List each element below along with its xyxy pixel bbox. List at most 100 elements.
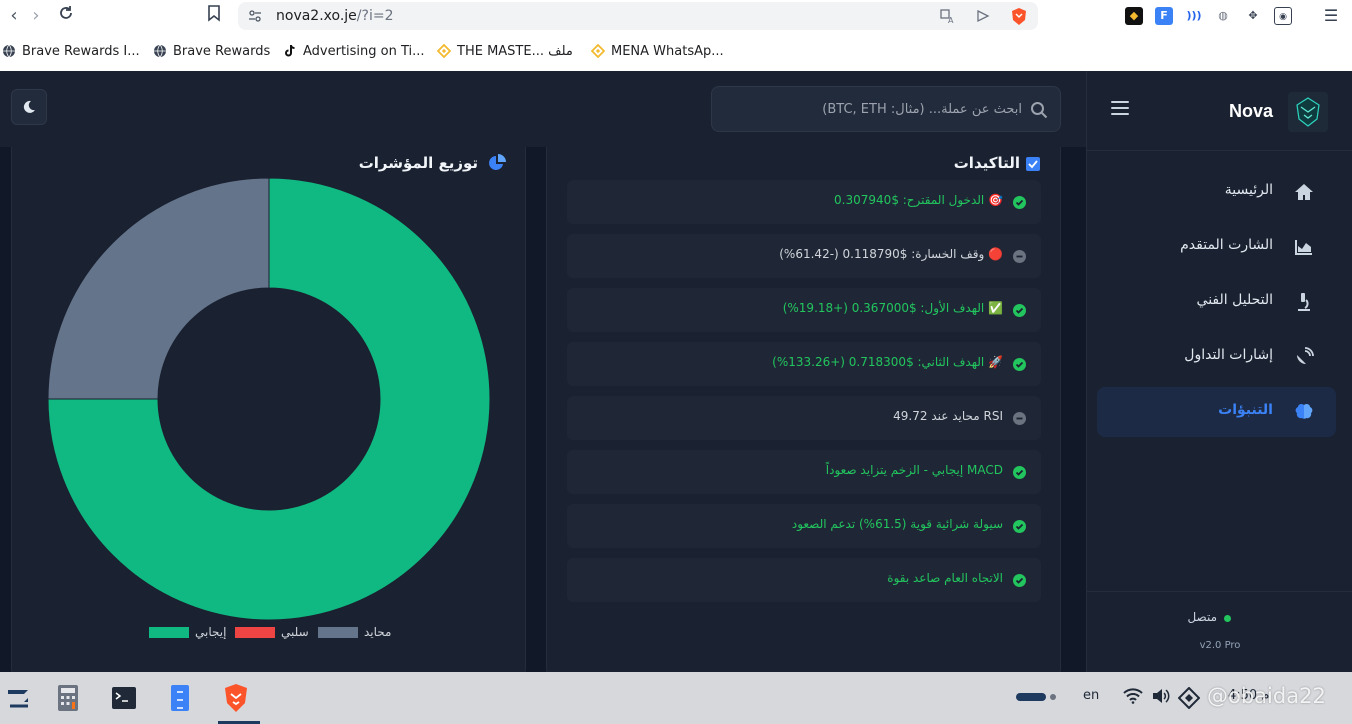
legend-swatch: [318, 626, 358, 638]
binance-tray-icon[interactable]: [1178, 687, 1200, 709]
status-indicator: [1224, 615, 1231, 622]
bookmark-item[interactable]: Brave Rewards: [153, 42, 270, 60]
legend-item-neutral[interactable]: محايد: [318, 625, 391, 639]
menu-toggle-button[interactable]: [1111, 101, 1129, 117]
address-bar[interactable]: nova2.xo.je/?i=2 A: [238, 2, 1038, 30]
sidebar-item-predictions[interactable]: التنبؤات: [1097, 387, 1336, 437]
sidebar-item-home[interactable]: الرئيسية: [1097, 167, 1336, 217]
globe-extension-icon[interactable]: ◍: [1214, 7, 1232, 25]
sidebar-item-label: إشارات التداول: [1184, 347, 1273, 363]
workspace-indicator[interactable]: [1016, 693, 1046, 701]
check-circle-icon: [1013, 466, 1026, 479]
search-input[interactable]: [722, 95, 1022, 123]
bookmark-item[interactable]: Brave Rewards I...: [2, 42, 140, 60]
microscope-icon: [1298, 293, 1310, 311]
forward-icon[interactable]: ›: [24, 4, 48, 28]
search-icon: [1031, 102, 1048, 119]
legend-swatch: [235, 626, 275, 638]
brand-logo[interactable]: [1288, 92, 1328, 132]
svg-text:A: A: [948, 16, 954, 24]
confirmation-row: MACD إيجابي - الزخم يتزايد صعوداً: [567, 450, 1041, 494]
globe-icon: [3, 44, 15, 58]
legend-item-positive[interactable]: إيجابي: [149, 625, 226, 639]
legend-swatch: [149, 626, 189, 638]
url-host: nova2.xo.je: [276, 8, 357, 24]
sidebar-header: Nova: [1087, 71, 1352, 151]
bookmark-item[interactable]: Advertising on Ti...: [283, 42, 425, 60]
site-info-icon[interactable]: [248, 9, 262, 23]
home-icon: [1295, 184, 1313, 200]
zorin-menu-icon[interactable]: [0, 680, 36, 716]
send-icon[interactable]: [976, 9, 990, 23]
brand-name: Nova: [1228, 101, 1273, 121]
donut-slice-2[interactable]: [48, 178, 270, 400]
wave-extension-icon[interactable]: ))): [1185, 7, 1203, 25]
minus-circle-icon: [1013, 250, 1026, 263]
check-circle-icon: [1013, 520, 1026, 533]
bookmark-item[interactable]: THE MASTE... ملف: [437, 42, 573, 60]
search-box[interactable]: [711, 86, 1061, 132]
binance-icon: [437, 44, 451, 58]
bookmark-page-icon[interactable]: [202, 4, 226, 28]
calculator-icon[interactable]: [50, 680, 86, 716]
check-circle-icon: [1013, 304, 1026, 317]
indicator-distribution-card: توزيع المؤشرات إيجابي سلبي محايد: [11, 147, 526, 672]
volume-icon[interactable]: [1152, 688, 1170, 704]
os-taskbar: en 4:50 م @obaida22: [0, 672, 1352, 724]
confirmation-text: الاتجاه العام صاعد بقوة: [887, 571, 1003, 585]
confirmation-text: RSI محايد عند 49.72: [893, 409, 1003, 423]
sidebar-item-label: الشارت المتقدم: [1180, 237, 1273, 253]
fi-extension-icon[interactable]: F: [1155, 7, 1173, 25]
legend-item-negative[interactable]: سلبي: [235, 625, 309, 639]
browser-chrome: ‹ › nova2.xo.je/?i=2 A ◆ F ))) ◍ ✥ ◉ ☰ B…: [0, 0, 1352, 71]
confirmation-row: RSI محايد عند 49.72: [567, 396, 1041, 440]
keyboard-language[interactable]: en: [1083, 688, 1099, 703]
confirmations-title: التاكيدات: [953, 154, 1020, 172]
binance-extension-icon[interactable]: ◆: [1125, 7, 1143, 25]
legend-label: إيجابي: [195, 625, 227, 639]
sidebar-item-label: التنبؤات: [1218, 402, 1273, 418]
check-circle-icon: [1013, 196, 1026, 209]
screenshot-icon[interactable]: ◉: [1274, 7, 1292, 25]
sidebar-item-technical-analysis[interactable]: التحليل الفني: [1097, 277, 1336, 327]
terminal-icon[interactable]: [106, 680, 142, 716]
wolf-logo-icon: [1296, 97, 1320, 127]
bookmark-label: Brave Rewards I...: [22, 43, 140, 59]
confirmation-row: 🚀 الهدف الثاني: $0.718300 (+133.26%): [567, 342, 1041, 386]
donut-chart: [48, 178, 490, 620]
confirmation-row: سيولة شرائية قوية (61.5%) تدعم الصعود: [567, 504, 1041, 548]
extensions-puzzle-icon[interactable]: ✥: [1244, 7, 1262, 25]
theme-toggle-button[interactable]: [11, 89, 47, 125]
reload-icon[interactable]: [54, 4, 78, 28]
confirmation-row: 🎯 الدخول المقترح: $0.307940: [567, 180, 1041, 224]
main-content: توزيع المؤشرات إيجابي سلبي محايد التاكيد…: [0, 147, 1086, 672]
confirmation-text: MACD إيجابي - الزخم يتزايد صعوداً: [825, 463, 1003, 477]
legend-label: محايد: [364, 625, 392, 639]
file-cabinet-icon[interactable]: [162, 680, 198, 716]
legend-label: سلبي: [281, 625, 309, 639]
chart-title: توزيع المؤشرات: [358, 154, 478, 172]
confirmation-text: 🔴 وقف الخسارة: $0.118790 (-61.42%): [779, 247, 1003, 261]
bookmark-item[interactable]: MENA WhatsAp...: [591, 42, 724, 60]
bookmark-label: Brave Rewards: [173, 43, 271, 59]
brave-browser-icon[interactable]: [218, 680, 254, 716]
workspace-dot[interactable]: [1050, 694, 1056, 700]
confirmation-text: سيولة شرائية قوية (61.5%) تدعم الصعود: [791, 517, 1003, 531]
app-version: v2.0 Pro: [1199, 640, 1241, 651]
browser-menu-icon[interactable]: ☰: [1322, 7, 1340, 25]
back-icon[interactable]: ‹: [2, 4, 26, 28]
bookmark-label: THE MASTE... ملف: [457, 43, 573, 59]
sidebar-item-label: الرئيسية: [1224, 182, 1273, 198]
connection-status: متصل: [1187, 610, 1217, 624]
sidebar: Nova الرئيسية الشارت المتقدم التحليل الف…: [1086, 71, 1352, 672]
translate-icon[interactable]: A: [940, 8, 956, 24]
sidebar-item-trading-signals[interactable]: إشارات التداول: [1097, 332, 1336, 382]
wifi-icon[interactable]: [1123, 688, 1143, 704]
brave-shield-icon[interactable]: [1010, 7, 1028, 26]
sidebar-item-advanced-chart[interactable]: الشارت المتقدم: [1097, 222, 1336, 272]
globe-icon: [154, 44, 166, 58]
confirmations-card: التاكيدات 🎯 الدخول المقترح: $0.307940 🔴 …: [546, 147, 1061, 672]
bookmark-label: MENA WhatsAp...: [611, 43, 724, 59]
brain-icon: [1295, 403, 1313, 419]
minus-circle-icon: [1013, 412, 1026, 425]
